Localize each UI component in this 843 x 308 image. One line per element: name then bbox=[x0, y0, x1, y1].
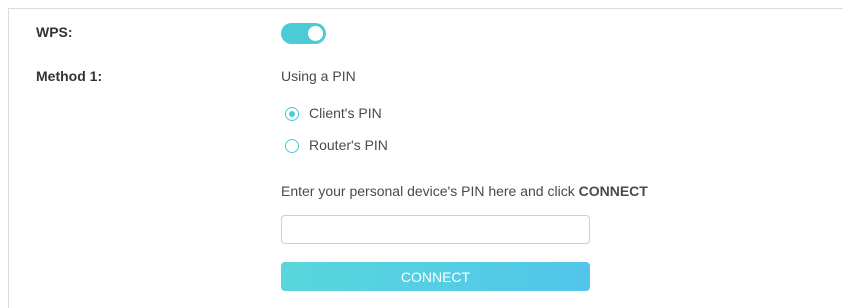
instruction-connect-word: CONNECT bbox=[578, 183, 648, 199]
routers-pin-radio[interactable] bbox=[285, 139, 299, 153]
toggle-knob bbox=[308, 26, 323, 41]
clients-pin-label[interactable]: Client's PIN bbox=[309, 105, 382, 121]
connect-button[interactable]: CONNECT bbox=[281, 262, 590, 291]
routers-pin-label[interactable]: Router's PIN bbox=[309, 137, 388, 153]
pin-instruction: Enter your personal device's PIN here an… bbox=[281, 183, 648, 199]
pin-input[interactable] bbox=[281, 215, 590, 244]
clients-pin-radio[interactable] bbox=[285, 107, 299, 121]
instruction-text: Enter your personal device's PIN here an… bbox=[281, 183, 579, 199]
method-1-label: Method 1: bbox=[36, 68, 103, 84]
wps-toggle[interactable] bbox=[281, 23, 326, 44]
wps-label: WPS: bbox=[36, 24, 73, 40]
method-description: Using a PIN bbox=[281, 68, 356, 84]
